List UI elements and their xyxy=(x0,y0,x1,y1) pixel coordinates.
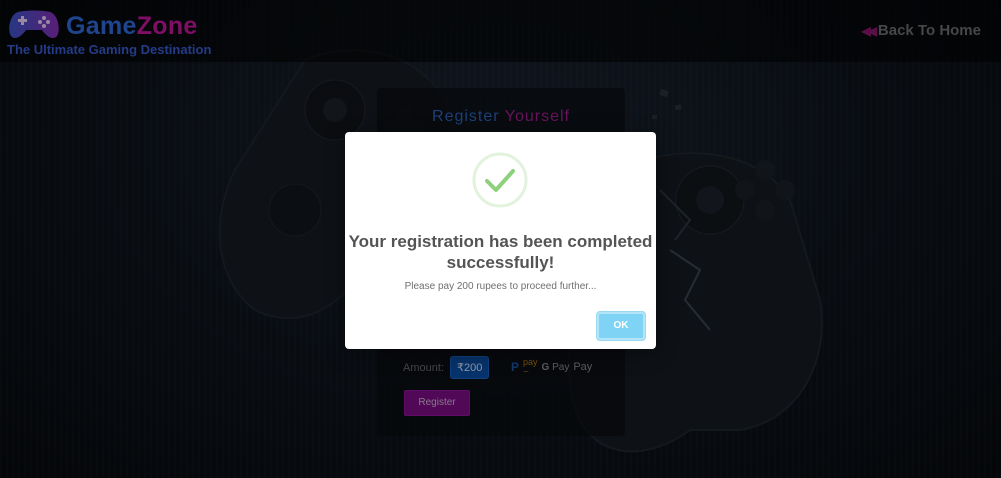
dialog-title: Your registration has been completed suc… xyxy=(348,232,653,272)
ok-button[interactable]: OK xyxy=(597,312,645,340)
success-dialog: Your registration has been completed suc… xyxy=(345,132,656,349)
checkmark-icon xyxy=(472,152,528,208)
page: GameZone The Ultimate Gaming Destination… xyxy=(0,0,1001,478)
dialog-message: Please pay 200 rupees to proceed further… xyxy=(404,281,597,292)
